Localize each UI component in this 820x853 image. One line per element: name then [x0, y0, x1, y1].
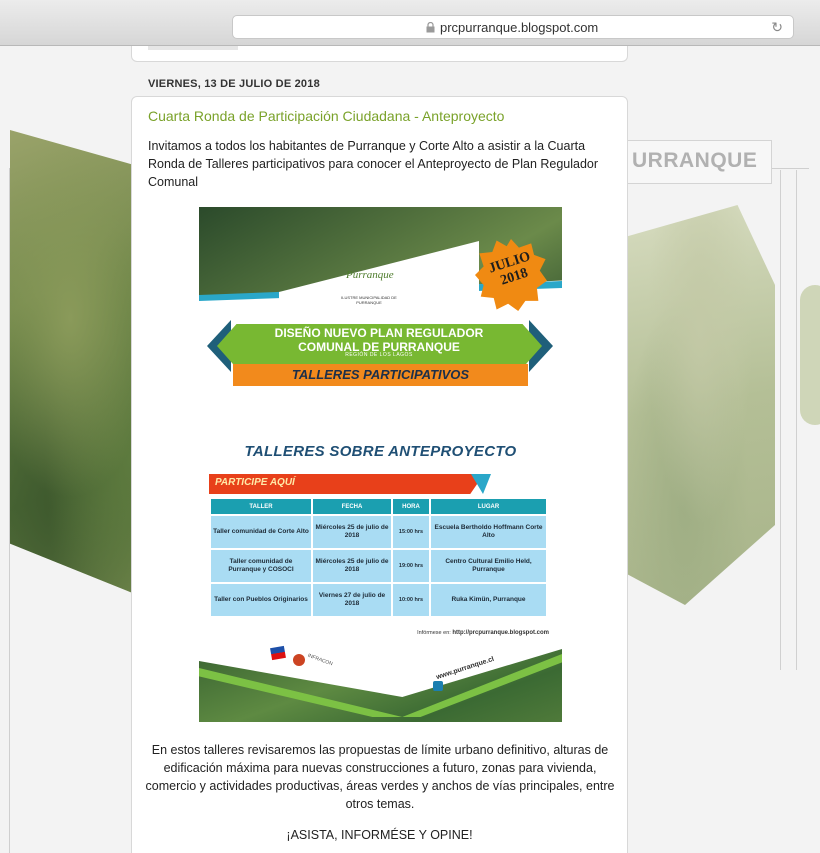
table-cell: Taller comunidad de Corte Alto	[211, 516, 311, 548]
reload-icon[interactable]: ↻	[771, 19, 783, 36]
table-cell: 15:00 hrs	[393, 516, 429, 548]
poster-info-line: Infórmese en: http://prcpurranque.blogsp…	[319, 630, 549, 636]
previous-post-stub	[148, 46, 238, 50]
post-date: VIERNES, 13 DE JULIO DE 2018	[148, 78, 320, 90]
divider	[780, 170, 781, 670]
table-row: Taller comunidad de Corte Alto Miércoles…	[211, 516, 546, 548]
table-row: Taller con Pueblos Originarios Viernes 2…	[211, 584, 546, 616]
browser-toolbar: prcpurranque.blogspot.com ↻	[0, 0, 820, 46]
column-header: FECHA	[313, 499, 391, 514]
table-cell: 19:00 hrs	[393, 550, 429, 582]
previous-post-card	[131, 46, 628, 62]
post-call-to-action: ¡ASISTA, INFORMÉSE Y OPINE!	[286, 828, 473, 842]
schedule-table: TALLER FECHA HORA LUGAR Taller comunidad…	[209, 497, 548, 618]
table-cell: Centro Cultural Emilio Held, Purranque	[431, 550, 546, 582]
aerial-photo-right	[625, 205, 775, 605]
plan-banner-region: REGIÓN DE LOS LAGOS	[345, 352, 413, 358]
column-header: TALLER	[211, 499, 311, 514]
plan-banner-title: DISEÑO NUEVO PLAN REGULADOR COMUNAL DE P…	[229, 326, 529, 354]
municipality-logo-subtitle: ILUSTRE MUNICIPALIDAD DE PURRANQUE	[341, 295, 397, 305]
poster-image[interactable]: Purranque ILUSTRE MUNICIPALIDAD DE PURRA…	[199, 207, 562, 722]
column-header: HORA	[393, 499, 429, 514]
info-url: http://prcpurranque.blogspot.com	[452, 630, 549, 636]
table-cell: Taller comunidad de Purranque y COSOCI	[211, 550, 311, 582]
column-header: LUGAR	[431, 499, 546, 514]
lock-icon	[426, 22, 435, 33]
post-title[interactable]: Cuarta Ronda de Participación Ciudadana …	[148, 108, 504, 124]
post-intro: Invitamos a todos los habitantes de Purr…	[148, 139, 599, 189]
table-cell: Taller con Pueblos Originarios	[211, 584, 311, 616]
plan-banner-line1: DISEÑO NUEVO PLAN REGULADOR	[274, 326, 484, 340]
table-header-row: TALLER FECHA HORA LUGAR	[211, 499, 546, 514]
municipality-logo: Purranque	[346, 269, 394, 281]
info-prefix: Infórmese en:	[417, 630, 451, 636]
participe-label: PARTICIPE AQUÍ	[215, 477, 295, 488]
table-cell: Miércoles 25 de julio de 2018	[313, 516, 391, 548]
table-cell: Viernes 27 de julio de 2018	[313, 584, 391, 616]
poster-heading: TALLERES SOBRE ANTEPROYECTO	[244, 443, 517, 460]
background-title: URRANQUE	[627, 140, 772, 184]
web-icon	[433, 681, 443, 691]
sponsor-logo-icon	[293, 654, 305, 666]
divider	[796, 170, 797, 670]
table-cell: Ruka Kimün, Purranque	[431, 584, 546, 616]
table-cell: Escuela Bertholdo Hoffmann Corte Alto	[431, 516, 546, 548]
post-body: En estos talleres revisaremos las propue…	[145, 743, 615, 811]
address-bar[interactable]: prcpurranque.blogspot.com ↻	[232, 15, 794, 39]
table-row: Taller comunidad de Purranque y COSOCI M…	[211, 550, 546, 582]
talleres-banner-text: TALLERES PARTICIPATIVOS	[291, 367, 470, 382]
aerial-photo-edge	[800, 285, 820, 425]
address-url: prcpurranque.blogspot.com	[440, 20, 599, 35]
table-cell: Miércoles 25 de julio de 2018	[313, 550, 391, 582]
table-cell: 10:00 hrs	[393, 584, 429, 616]
government-flag-icon	[270, 645, 286, 661]
